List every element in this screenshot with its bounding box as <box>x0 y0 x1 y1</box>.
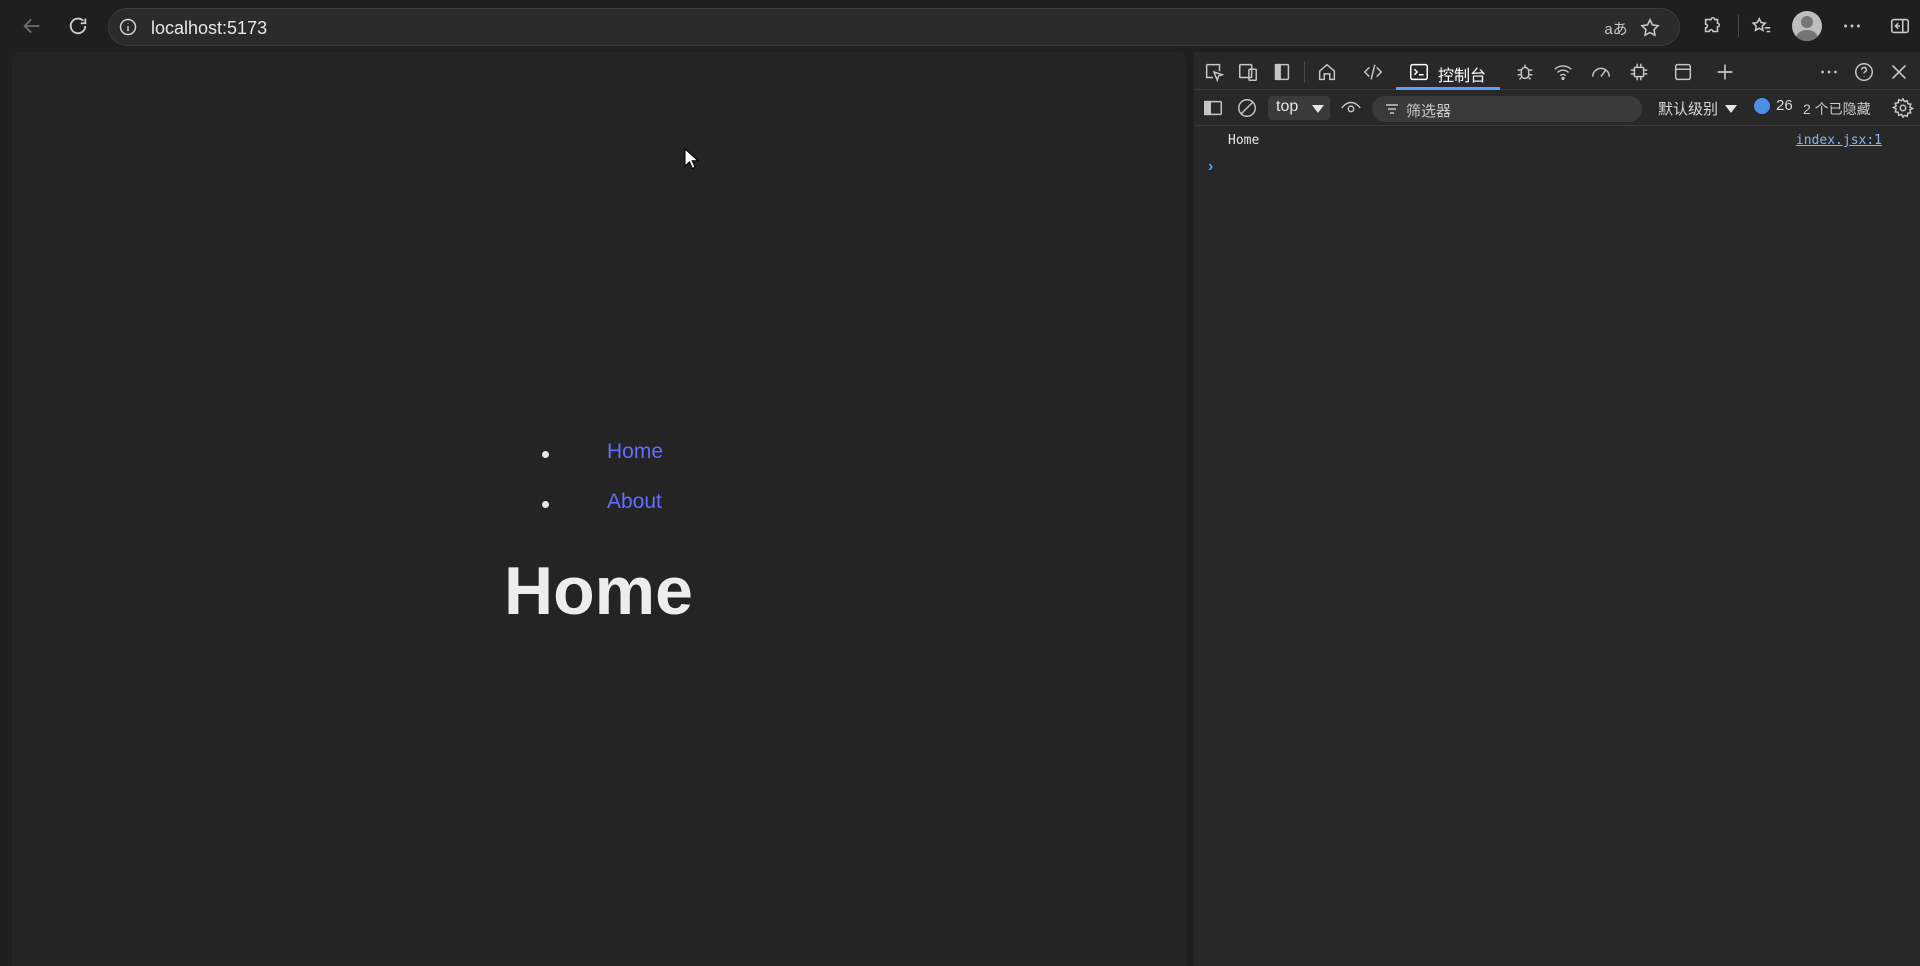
help-question-icon[interactable] <box>1851 59 1877 85</box>
tab-divider <box>1304 61 1305 83</box>
bug-icon[interactable] <box>1512 59 1538 85</box>
more-horizontal-icon <box>1844 24 1860 28</box>
sidebar-toggle-button[interactable] <box>1882 8 1918 44</box>
tab-console-label: 控制台 <box>1438 68 1487 85</box>
nav-link-home[interactable]: Home <box>607 440 663 464</box>
favorites-button[interactable] <box>1744 8 1780 44</box>
console-prompt-chevron-icon[interactable]: › <box>1208 158 1213 176</box>
dock-side-icon[interactable] <box>1269 59 1295 85</box>
log-source-link[interactable]: index.jsx:1 <box>1796 133 1882 148</box>
welcome-home-icon[interactable] <box>1314 59 1340 85</box>
sidebar-panel-icon[interactable] <box>1200 95 1226 121</box>
mouse-cursor-icon <box>684 148 700 170</box>
page-viewport: Home About Home <box>12 52 1186 966</box>
arrow-left-icon <box>23 18 40 34</box>
context-select-value: top <box>1276 98 1299 115</box>
reload-button[interactable] <box>60 8 96 44</box>
issue-chat-icon <box>1754 97 1770 114</box>
page-title: Home <box>504 553 693 629</box>
translate-icon[interactable]: aあ <box>1603 15 1629 41</box>
log-level-select[interactable]: 默认级别 <box>1658 98 1718 119</box>
address-bar[interactable]: localhost:5173 aあ <box>108 8 1680 46</box>
elements-tab-icon[interactable] <box>1360 59 1386 85</box>
device-emulation-icon[interactable] <box>1235 59 1261 85</box>
puzzle-icon <box>1704 16 1721 33</box>
toolbar-divider <box>1738 15 1739 37</box>
chevron-down-icon <box>1312 105 1324 113</box>
chevron-down-icon <box>1725 105 1737 113</box>
extensions-button[interactable] <box>1694 8 1730 44</box>
favorite-star-icon[interactable] <box>1637 15 1663 41</box>
devtools-panel: 控制台 top 筛选器 默认级别 26 2 个已隐藏 Home index.js… <box>1194 52 1920 966</box>
url-text[interactable]: localhost:5173 <box>151 18 267 39</box>
console-settings-gear-icon[interactable] <box>1890 95 1916 121</box>
favorites-list-icon <box>1751 16 1771 33</box>
log-message: Home <box>1228 133 1260 148</box>
browser-toolbar: localhost:5173 aあ <box>0 0 1920 52</box>
profile-avatar[interactable] <box>1792 11 1822 41</box>
live-expression-eye-icon[interactable] <box>1338 95 1364 121</box>
list-bullet <box>542 451 549 458</box>
clear-console-icon[interactable] <box>1234 95 1260 121</box>
issues-count: 26 <box>1776 97 1793 114</box>
close-devtools-icon[interactable] <box>1886 59 1912 85</box>
filter-placeholder: 筛选器 <box>1406 103 1452 120</box>
devtools-splitter[interactable] <box>1186 52 1194 966</box>
console-log-row: Home index.jsx:1 <box>1194 126 1920 152</box>
reload-icon <box>69 17 87 35</box>
console-icon <box>1406 59 1432 85</box>
memory-chip-icon[interactable] <box>1626 59 1652 85</box>
console-filterbar: top 筛选器 默认级别 26 2 个已隐藏 <box>1194 90 1920 126</box>
back-button[interactable] <box>14 8 50 44</box>
hidden-messages-count: 2 个已隐藏 <box>1803 101 1871 117</box>
more-options-icon[interactable] <box>1816 59 1842 85</box>
nav-link-about[interactable]: About <box>607 490 662 514</box>
sidebar-icon <box>1890 18 1910 34</box>
site-info-icon[interactable] <box>117 16 139 38</box>
inspect-element-icon[interactable] <box>1201 59 1227 85</box>
list-bullet <box>542 501 549 508</box>
context-select[interactable]: top <box>1268 96 1330 120</box>
settings-menu-button[interactable] <box>1834 8 1870 44</box>
console-filter-input[interactable]: 筛选器 <box>1372 96 1642 122</box>
network-wifi-icon[interactable] <box>1550 59 1576 85</box>
console-output: Home index.jsx:1 › <box>1194 126 1920 966</box>
performance-gauge-icon[interactable] <box>1588 59 1614 85</box>
devtools-tabbar: 控制台 <box>1194 52 1920 90</box>
filter-icon <box>1386 104 1398 114</box>
issues-counter[interactable]: 26 <box>1754 97 1793 114</box>
application-icon[interactable] <box>1670 59 1696 85</box>
tab-console[interactable]: 控制台 <box>1396 52 1500 90</box>
add-tab-plus-icon[interactable] <box>1712 59 1738 85</box>
